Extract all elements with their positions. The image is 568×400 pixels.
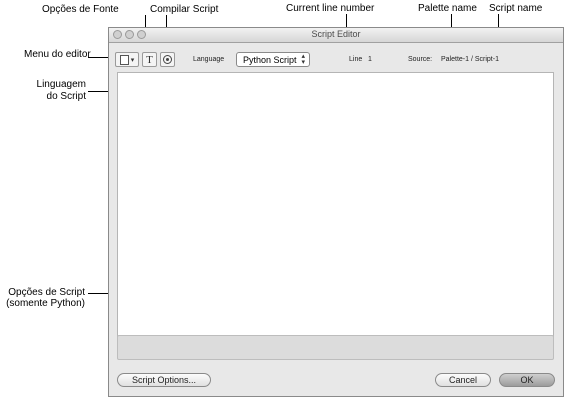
callout-script-language-1: Linguagem: [36, 79, 86, 90]
window-title: Script Editor: [311, 29, 361, 39]
page-menu-icon: [119, 54, 129, 65]
script-editor-window: Script Editor ▾ T Language Python Script…: [108, 27, 564, 397]
ok-button[interactable]: OK: [499, 373, 555, 387]
title-bar: Script Editor: [109, 28, 563, 43]
callout-compile-script: Compilar Script: [150, 4, 219, 15]
source-label: Source:: [408, 56, 433, 63]
line-label: Line: [349, 56, 363, 63]
editor-menu-button[interactable]: ▾: [115, 52, 139, 67]
compile-icon: [163, 55, 172, 64]
up-down-arrows-icon: ▴ ▾: [301, 53, 305, 66]
script-options-button[interactable]: Script Options...: [117, 373, 211, 387]
source-value: Palette-1 / Script-1: [441, 56, 499, 63]
font-options-button[interactable]: T: [142, 52, 157, 67]
message-area: [117, 335, 554, 360]
compile-script-button[interactable]: [160, 52, 175, 67]
callout-font-options: Opções de Fonte: [42, 4, 119, 15]
font-icon: T: [146, 53, 153, 66]
callout-editor-menu: Menu do editor: [24, 49, 91, 60]
language-value: Python Script: [243, 54, 297, 65]
language-select[interactable]: Python Script ▴ ▾: [236, 52, 310, 67]
callout-script-options-2: (somente Python): [6, 298, 85, 309]
script-text-area[interactable]: [117, 72, 554, 346]
callout-current-line-number: Current line number: [286, 3, 375, 14]
cancel-button[interactable]: Cancel: [435, 373, 491, 387]
callout-script-language-2: do Script: [46, 91, 86, 102]
callout-script-name: Script name: [489, 3, 543, 14]
chevron-down-icon: ▾: [130, 56, 135, 64]
language-label: Language: [193, 56, 225, 63]
callout-palette-name: Palette name: [418, 3, 477, 14]
callout-script-options-1: Opções de Script: [8, 287, 85, 298]
line-value: 1: [368, 56, 372, 63]
